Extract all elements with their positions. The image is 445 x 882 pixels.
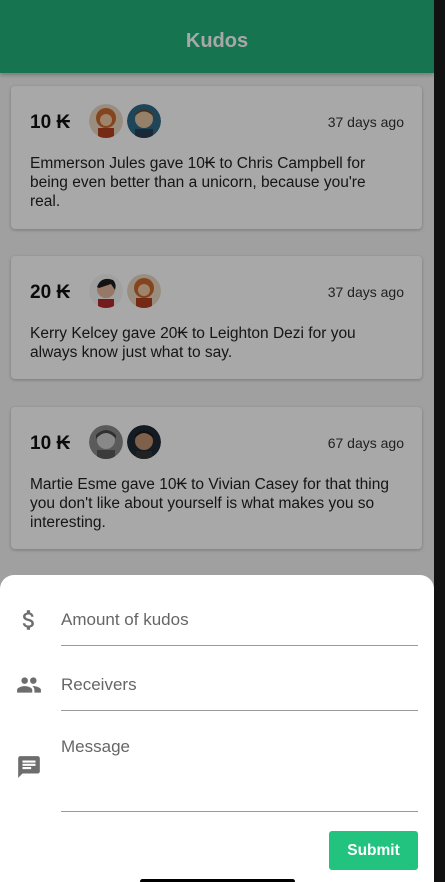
amount-input[interactable]: Amount of kudos — [61, 610, 189, 630]
device-edge — [434, 0, 445, 882]
new-kudos-sheet: Amount of kudos Receivers Message Submit — [0, 575, 434, 882]
app-screen: Kudos 10 ₭ 37 days ago Emmerson Jules ga… — [0, 0, 434, 882]
submit-button[interactable]: Submit — [329, 831, 418, 870]
dollar-icon — [22, 610, 34, 630]
message-underline — [61, 811, 418, 812]
receivers-underline — [61, 710, 418, 711]
message-icon — [18, 756, 40, 778]
amount-underline — [61, 645, 418, 646]
people-icon — [17, 677, 41, 693]
message-input[interactable]: Message — [61, 737, 130, 757]
receivers-input[interactable]: Receivers — [61, 675, 137, 695]
